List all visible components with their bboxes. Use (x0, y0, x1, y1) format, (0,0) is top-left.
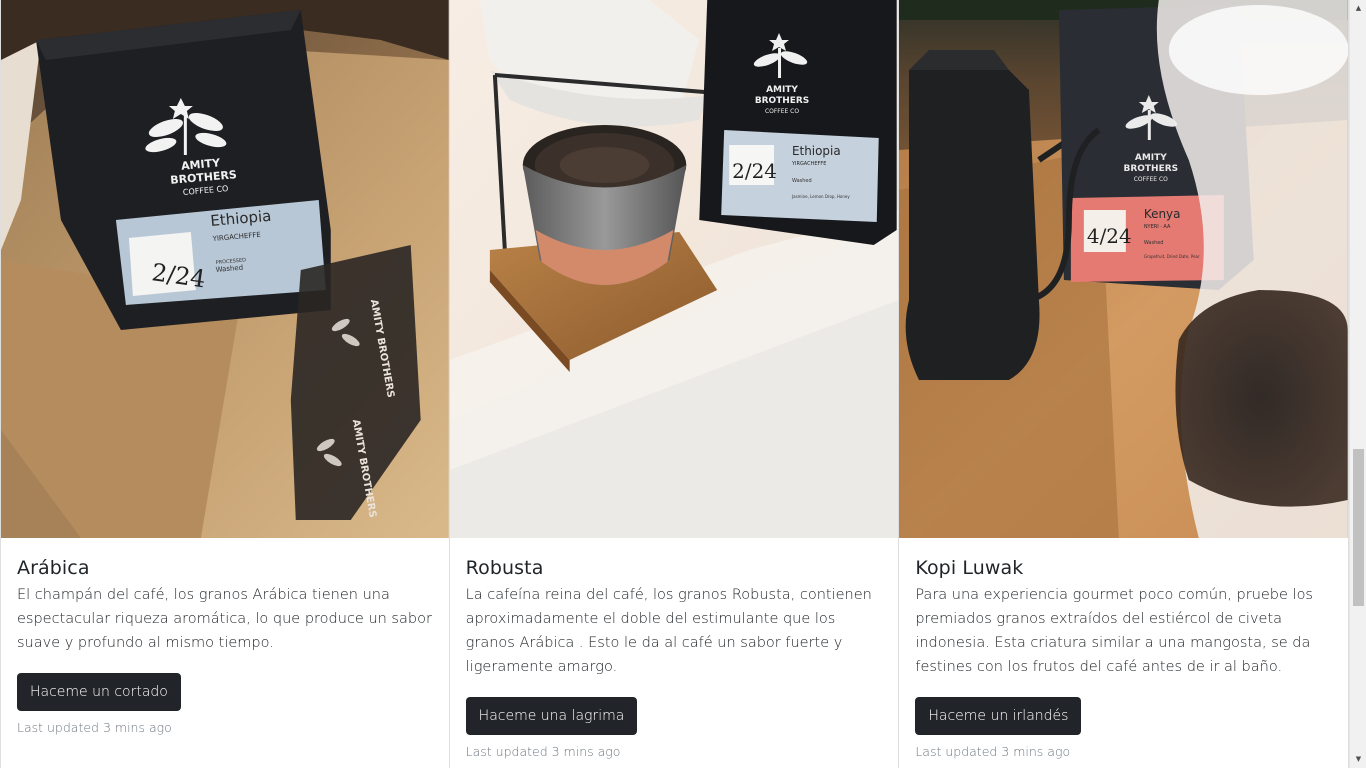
card-body: Robusta La cafeína reina del café, los g… (465, 554, 883, 761)
order-lagrima-button[interactable]: Haceme una lagrima (465, 697, 638, 735)
svg-text:Jasmine, Lemon Drop, Honey: Jasmine, Lemon Drop, Honey (791, 194, 850, 199)
card-group: AMITY BROTHERS COFFEE CO 2/24 Ethiopia Y… (0, 0, 1350, 768)
svg-text:BROTHERS: BROTHERS (754, 96, 808, 106)
svg-text:COFFEE CO: COFFEE CO (1134, 176, 1168, 183)
svg-text:COFFEE CO: COFFEE CO (765, 108, 799, 115)
card-robusta: AMITY BROTHERS COFFEE CO 2/24 Ethiopia Y… (449, 0, 900, 768)
card-text: El champán del café, los granos Arábica … (17, 587, 432, 651)
card-title: Robusta (465, 557, 544, 579)
pour-over-photo: AMITY BROTHERS COFFEE CO 2/24 Ethiopia Y… (449, 0, 899, 538)
svg-text:4/24: 4/24 (1087, 224, 1132, 248)
svg-text:2/24: 2/24 (732, 159, 777, 183)
coffee-box-photo: AMITY BROTHERS COFFEE CO 2/24 Ethiopia Y… (1, 0, 449, 538)
svg-text:Grapefruit, Dried Date, Pear: Grapefruit, Dried Date, Pear (1144, 254, 1200, 259)
svg-text:AMITY: AMITY (766, 85, 798, 95)
svg-text:Washed: Washed (1144, 240, 1164, 246)
card-arabica: AMITY BROTHERS COFFEE CO 2/24 Ethiopia Y… (0, 0, 450, 768)
svg-text:Washed: Washed (792, 178, 812, 184)
svg-text:Kenya: Kenya (1144, 207, 1181, 221)
card-title: Kopi Luwak (915, 557, 1024, 579)
card-image-kopi-luwak: AMITY BROTHERS COFFEE CO 4/24 Kenya NYER… (899, 0, 1349, 538)
scroll-down-arrow-icon[interactable]: ▼ (1350, 751, 1366, 768)
scrollbar-thumb[interactable] (1353, 449, 1364, 606)
card-image-robusta: AMITY BROTHERS COFFEE CO 2/24 Ethiopia Y… (449, 0, 899, 538)
last-updated-text: Last updated 3 mins ago (465, 744, 621, 759)
vertical-scrollbar[interactable]: ▲ ▼ (1349, 0, 1366, 768)
last-updated-text: Last updated 3 mins ago (17, 720, 172, 735)
card-body: Arábica El champán del café, los granos … (17, 554, 433, 737)
card-text: La cafeína reina del café, los granos Ro… (465, 587, 872, 675)
card-kopi-luwak: AMITY BROTHERS COFFEE CO 4/24 Kenya NYER… (899, 0, 1350, 768)
svg-text:BROTHERS: BROTHERS (1124, 164, 1179, 174)
order-cortado-button[interactable]: Haceme un cortado (17, 673, 181, 711)
svg-text:Ethiopia: Ethiopia (792, 144, 841, 158)
card-body: Kopi Luwak Para una experiencia gourmet … (915, 554, 1332, 761)
svg-text:NYERI · AA: NYERI · AA (1144, 224, 1171, 230)
card-title: Arábica (17, 557, 90, 579)
order-irlandes-button[interactable]: Haceme un irlandés (915, 697, 1082, 735)
svg-text:AMITY: AMITY (1135, 153, 1167, 163)
scroll-up-arrow-icon[interactable]: ▲ (1350, 0, 1366, 17)
last-updated-text: Last updated 3 mins ago (915, 744, 1071, 759)
page: AMITY BROTHERS COFFEE CO 2/24 Ethiopia Y… (0, 0, 1366, 768)
svg-text:YIRGACHEFFE: YIRGACHEFFE (791, 161, 826, 167)
card-text: Para una experiencia gourmet poco común,… (915, 587, 1313, 675)
card-image-arabica: AMITY BROTHERS COFFEE CO 2/24 Ethiopia Y… (1, 0, 449, 538)
kettle-photo: AMITY BROTHERS COFFEE CO 4/24 Kenya NYER… (899, 0, 1349, 538)
